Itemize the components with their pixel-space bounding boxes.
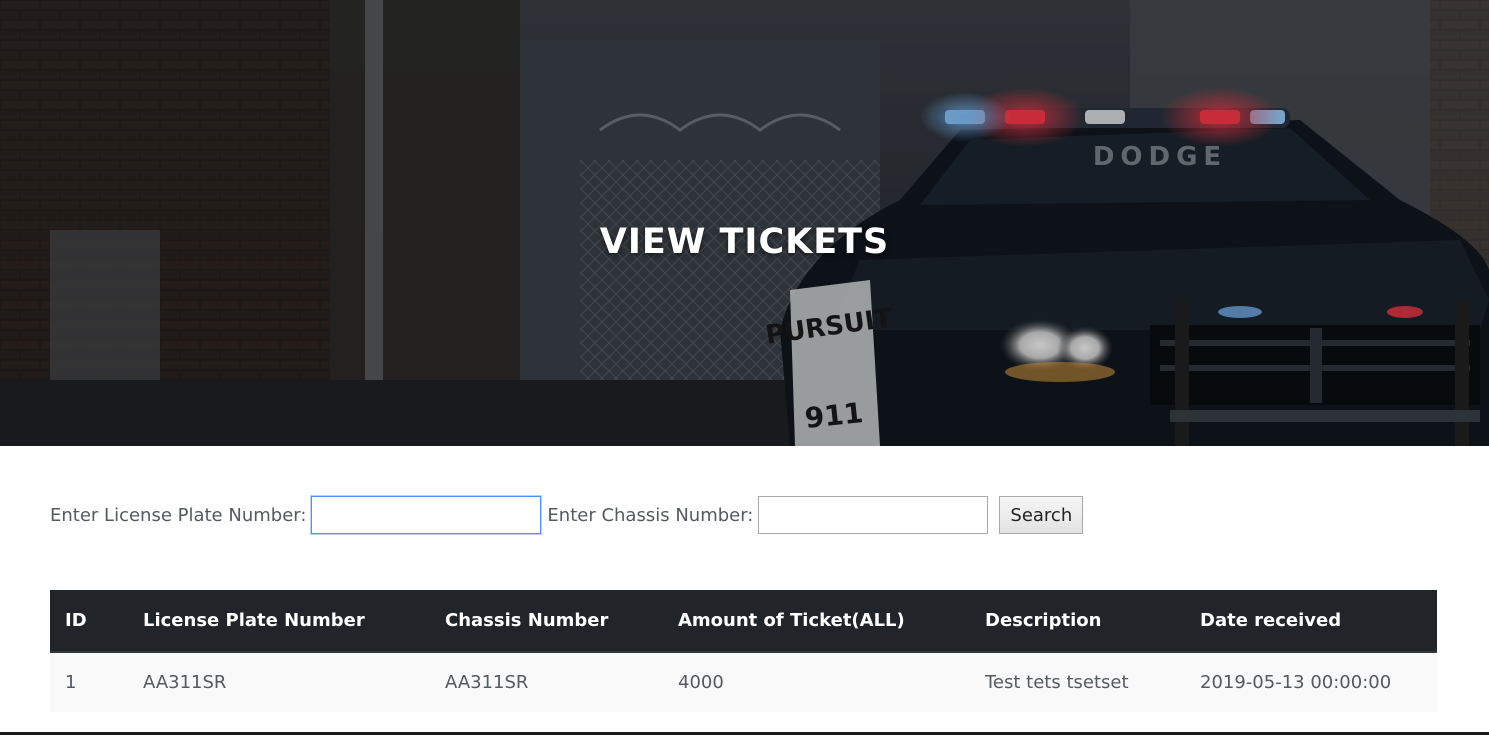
column-header-amount: Amount of Ticket(ALL) <box>663 590 970 653</box>
column-header-chassis: Chassis Number <box>430 590 663 653</box>
cell-id: 1 <box>65 672 77 693</box>
column-header-date-received: Date received <box>1185 590 1437 653</box>
cell-license-plate: AA311SR <box>143 672 227 693</box>
cell-description: Test tets tsetset <box>985 672 1129 693</box>
tickets-table: ID License Plate Number Chassis Number A… <box>50 590 1437 712</box>
page-title: VIEW TICKETS <box>599 222 890 262</box>
cell-chassis: AA311SR <box>445 672 529 693</box>
table-header-row: ID License Plate Number Chassis Number A… <box>50 590 1437 653</box>
column-header-description: Description <box>970 590 1185 653</box>
license-plate-label: Enter License Plate Number: <box>50 504 307 526</box>
table-row: 1 AA311SR AA311SR 4000 Test tets tsetset… <box>50 652 1437 712</box>
search-form: Enter License Plate Number: Enter Chassi… <box>50 496 1084 534</box>
cell-amount: 4000 <box>678 672 724 693</box>
chassis-number-input[interactable] <box>758 496 989 534</box>
license-plate-input[interactable] <box>311 496 542 534</box>
search-button[interactable]: Search <box>999 496 1084 534</box>
column-header-id: ID <box>50 590 128 653</box>
chassis-number-label: Enter Chassis Number: <box>547 504 754 526</box>
cell-date-received: 2019-05-13 00:00:00 <box>1200 672 1392 693</box>
column-header-license-plate: License Plate Number <box>128 590 430 653</box>
hero-banner: DODGE PURSUIT 911 VIEW TICKETS <box>0 0 1489 446</box>
